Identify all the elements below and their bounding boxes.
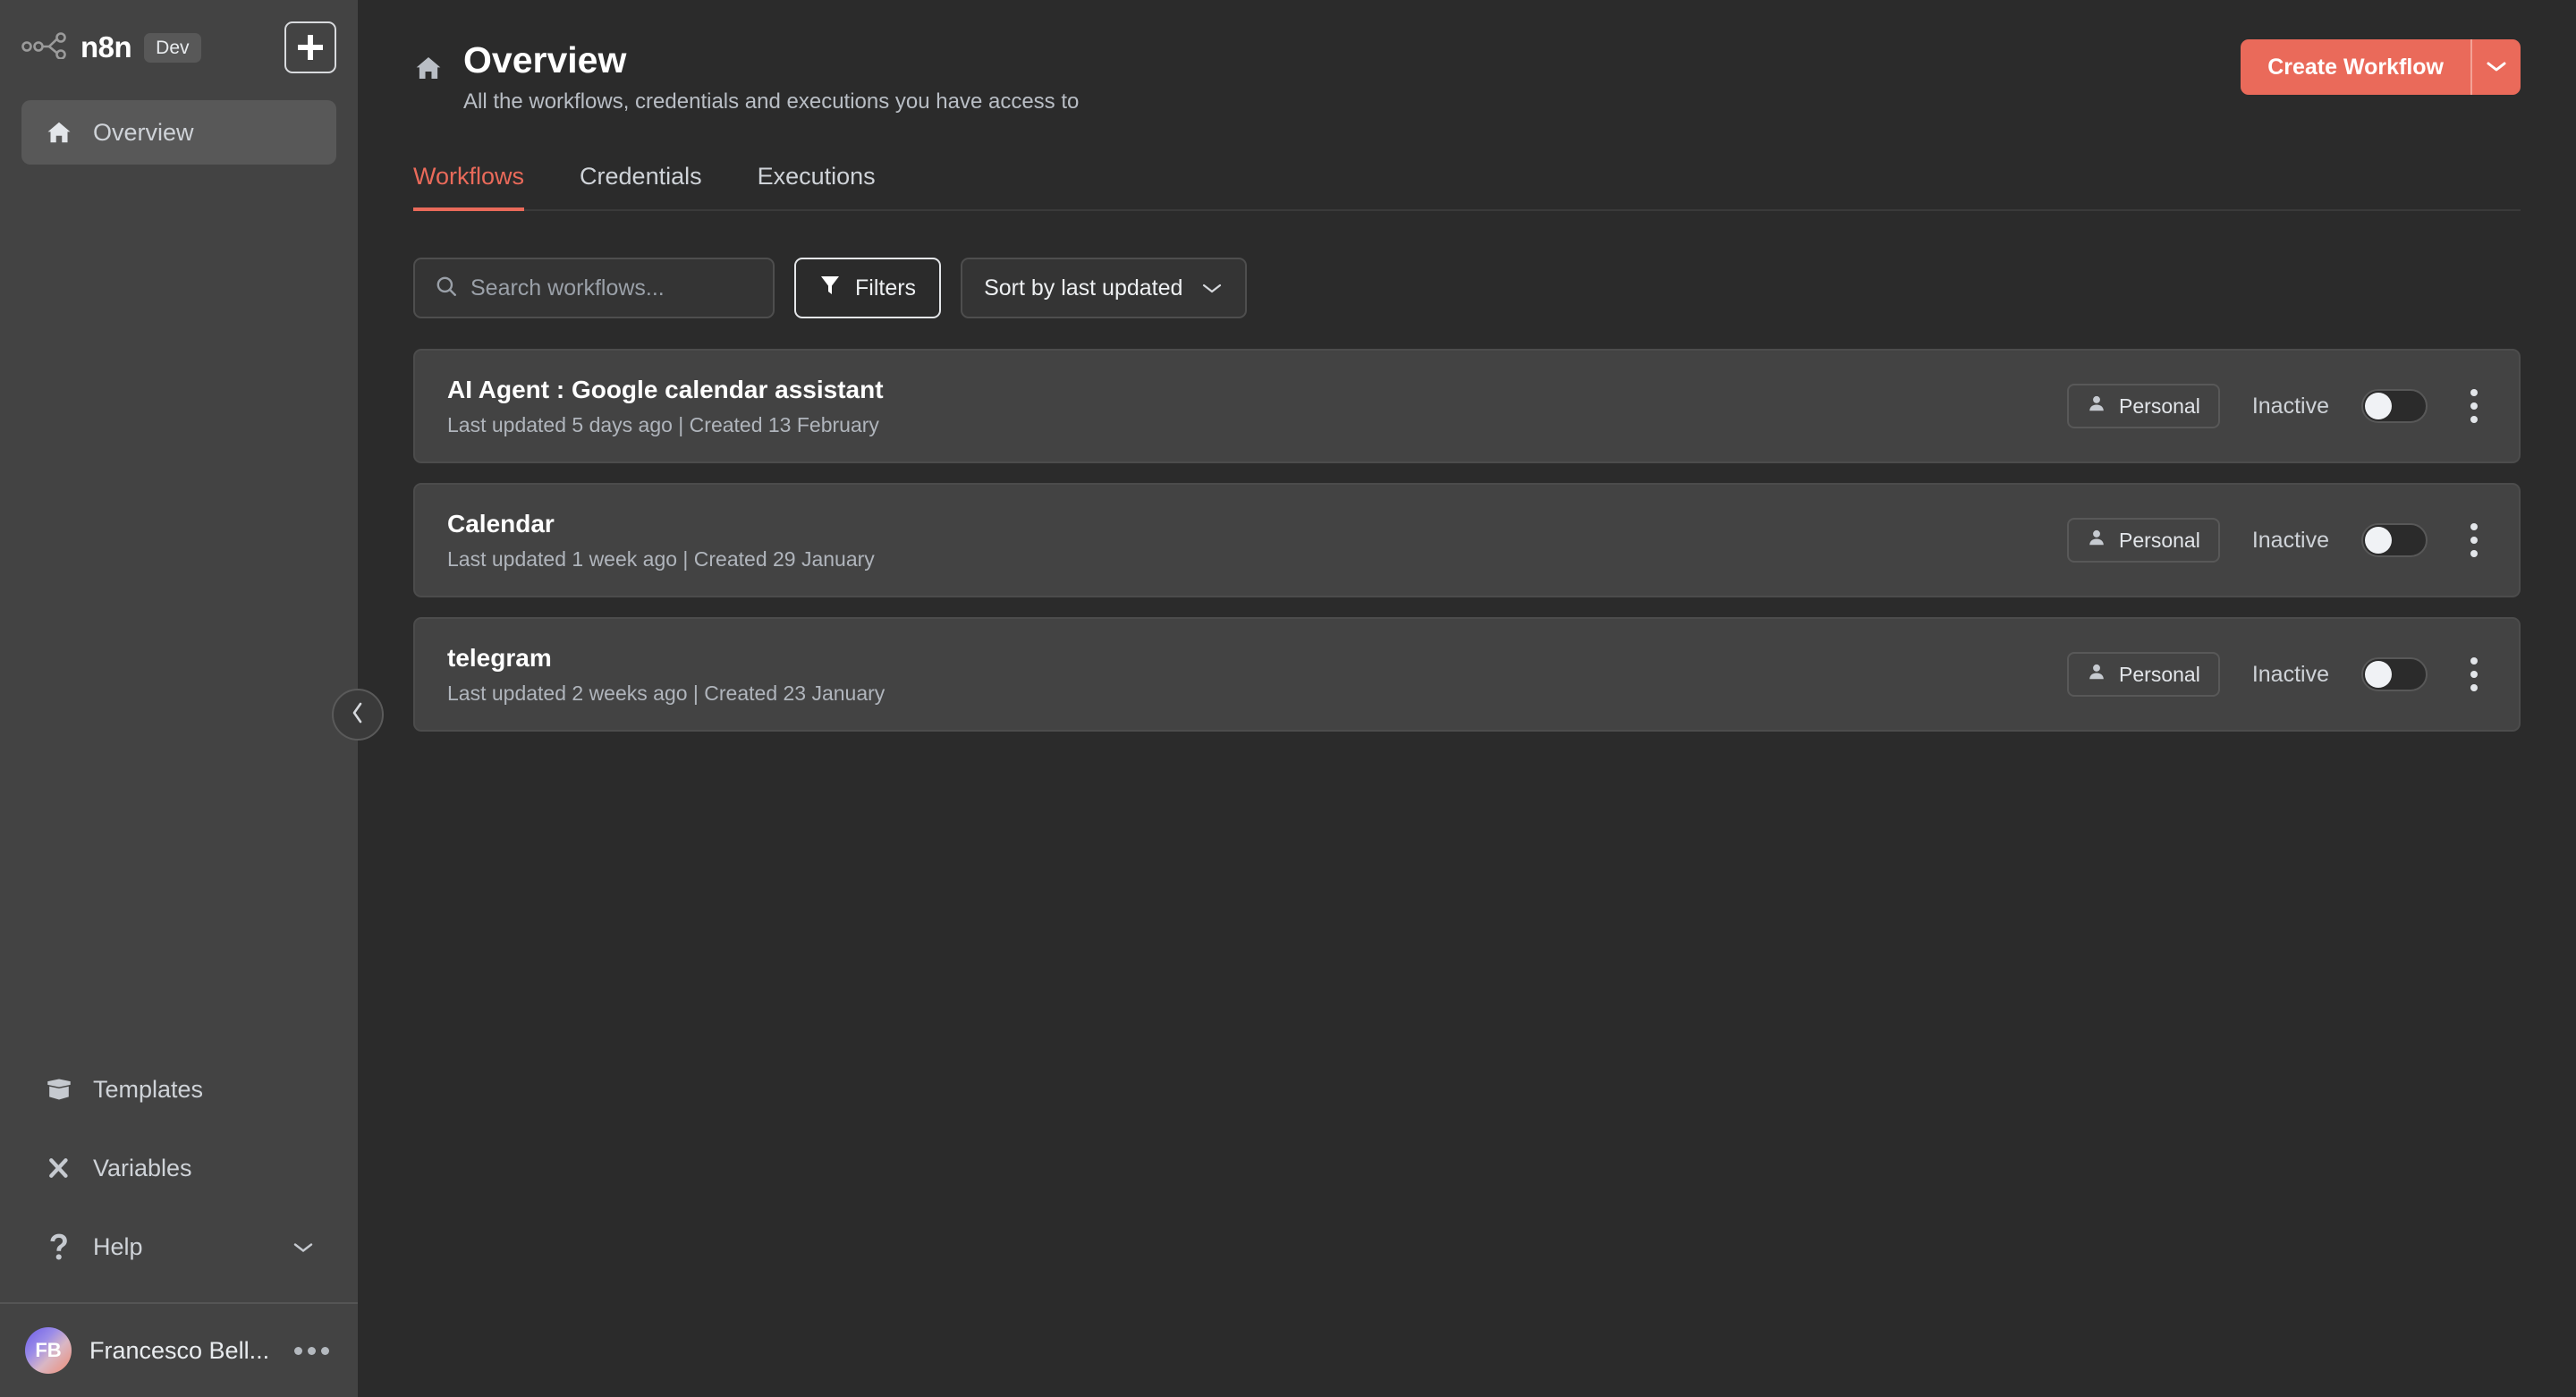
tab-bar: Workflows Credentials Executions — [413, 161, 2521, 212]
sort-dropdown[interactable]: Sort by last updated — [961, 258, 1248, 319]
status-badge: Inactive — [2251, 527, 2329, 553]
sidebar-item-label: Help — [93, 1232, 143, 1260]
owner-badge: Personal — [2067, 652, 2220, 698]
user-menu[interactable]: FB Francesco Bell... — [0, 1304, 358, 1397]
page-header-text: Overview All the workflows, credentials … — [463, 39, 1079, 114]
sidebar-header: n8n Dev Overview — [0, 0, 358, 165]
filters-button[interactable]: Filters — [794, 258, 942, 319]
sidebar-item-label: Overview — [93, 118, 194, 146]
variables-x-icon — [43, 1155, 75, 1181]
sidebar-item-templates[interactable]: Templates — [21, 1050, 336, 1129]
chevron-down-icon — [1200, 275, 1224, 301]
tab-workflows[interactable]: Workflows — [413, 163, 525, 212]
environment-badge: Dev — [144, 32, 201, 63]
status-badge: Inactive — [2251, 661, 2329, 687]
tab-executions[interactable]: Executions — [758, 163, 876, 211]
search-icon — [435, 275, 458, 302]
activate-toggle[interactable] — [2361, 657, 2428, 692]
main-content: Overview All the workflows, credentials … — [358, 0, 2576, 1397]
owner-label: Personal — [2119, 394, 2200, 418]
workflow-meta: Last updated 5 days ago | Created 13 Feb… — [447, 412, 879, 436]
row-actions-menu[interactable] — [2460, 518, 2488, 563]
plus-icon — [298, 35, 323, 60]
sidebar-item-label: Templates — [93, 1075, 204, 1103]
box-icon — [43, 1077, 75, 1102]
home-icon — [413, 54, 444, 87]
workflow-controls: Personal Inactive — [2067, 518, 2488, 563]
person-icon — [2087, 394, 2106, 419]
workflow-info: AI Agent : Google calendar assistant Las… — [447, 376, 884, 437]
search-input[interactable] — [470, 275, 753, 301]
brand: n8n Dev — [21, 30, 201, 64]
workflow-list: AI Agent : Google calendar assistant Las… — [413, 349, 2521, 732]
sidebar-item-overview[interactable]: Overview — [21, 100, 336, 165]
chevron-down-icon — [2485, 59, 2508, 76]
avatar: FB — [25, 1327, 72, 1374]
workflow-controls: Personal Inactive — [2067, 652, 2488, 698]
workflow-meta: Last updated 1 week ago | Created 29 Jan… — [447, 546, 875, 571]
table-row[interactable]: telegram Last updated 2 weeks ago | Crea… — [413, 617, 2521, 732]
primary-nav: Overview — [21, 100, 336, 165]
person-icon — [2087, 528, 2106, 553]
sort-label: Sort by last updated — [984, 275, 1183, 301]
workflow-controls: Personal Inactive — [2067, 384, 2488, 429]
sidebar: n8n Dev Overview Templates Variables Hel… — [0, 0, 384, 1397]
brand-name: n8n — [80, 30, 132, 64]
user-name: Francesco Bell... — [89, 1336, 270, 1364]
workflow-info: telegram Last updated 2 weeks ago | Crea… — [447, 644, 885, 706]
n8n-logo-icon — [21, 31, 68, 64]
sidebar-item-label: Variables — [93, 1154, 192, 1181]
create-workflow-button[interactable]: Create Workflow — [2241, 39, 2470, 95]
row-actions-menu[interactable] — [2460, 384, 2488, 428]
chevron-down-icon — [292, 1233, 315, 1261]
create-workflow-dropdown-button[interactable] — [2470, 39, 2521, 95]
workflow-name: AI Agent : Google calendar assistant — [447, 375, 884, 403]
activate-toggle[interactable] — [2361, 523, 2428, 558]
create-workflow-group: Create Workflow — [2241, 39, 2521, 95]
more-horizontal-icon[interactable] — [294, 1346, 330, 1355]
question-mark-icon — [43, 1232, 75, 1261]
tab-credentials[interactable]: Credentials — [580, 163, 702, 211]
owner-label: Personal — [2119, 662, 2200, 686]
sidebar-item-variables[interactable]: Variables — [21, 1129, 336, 1207]
app-root: n8n Dev Overview Templates Variables Hel… — [0, 0, 2576, 1397]
workflow-name: Calendar — [447, 509, 555, 538]
workflow-meta: Last updated 2 weeks ago | Created 23 Ja… — [447, 681, 886, 705]
owner-label: Personal — [2119, 528, 2200, 552]
funnel-icon — [819, 274, 841, 303]
home-icon — [43, 119, 75, 146]
sidebar-item-help[interactable]: Help — [21, 1207, 336, 1286]
sidebar-collapse-button[interactable] — [332, 689, 384, 741]
activate-toggle[interactable] — [2361, 389, 2428, 424]
filters-label: Filters — [855, 275, 917, 301]
page-title: Overview — [463, 39, 627, 80]
brand-row: n8n Dev — [21, 20, 336, 75]
add-button[interactable] — [284, 21, 336, 73]
search-box[interactable] — [413, 258, 775, 319]
toolbar: Filters Sort by last updated — [413, 258, 2521, 319]
workflow-info: Calendar Last updated 1 week ago | Creat… — [447, 510, 875, 572]
chevron-left-icon — [349, 699, 367, 731]
owner-badge: Personal — [2067, 518, 2220, 563]
page-header-left: Overview All the workflows, credentials … — [413, 39, 1079, 114]
table-row[interactable]: AI Agent : Google calendar assistant Las… — [413, 349, 2521, 464]
person-icon — [2087, 662, 2106, 687]
table-row[interactable]: Calendar Last updated 1 week ago | Creat… — [413, 483, 2521, 598]
page-subtitle: All the workflows, credentials and execu… — [463, 89, 1080, 114]
owner-badge: Personal — [2067, 384, 2220, 429]
secondary-nav: Templates Variables Help — [0, 1050, 358, 1302]
row-actions-menu[interactable] — [2460, 652, 2488, 697]
status-badge: Inactive — [2251, 393, 2329, 419]
page-header: Overview All the workflows, credentials … — [413, 27, 2521, 114]
workflow-name: telegram — [447, 643, 552, 672]
